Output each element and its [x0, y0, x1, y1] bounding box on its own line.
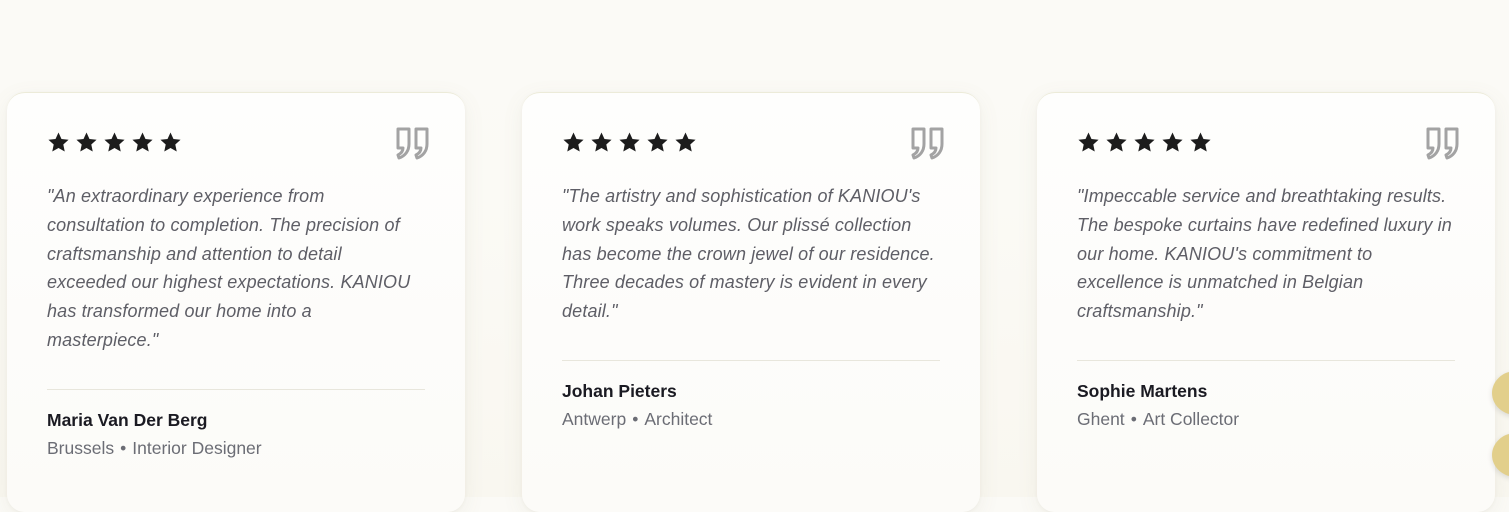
star-icon — [48, 132, 69, 152]
star-icon — [563, 132, 584, 152]
star-icon — [76, 132, 97, 152]
author-name: Johan Pieters — [562, 380, 677, 401]
author-city: Antwerp — [562, 408, 627, 429]
star-icon — [619, 132, 640, 152]
testimonial-quote: "The artistry and sophistication of KANI… — [562, 186, 935, 322]
divider — [1077, 359, 1455, 361]
star-icon — [591, 132, 612, 152]
author-city: Ghent — [1077, 408, 1125, 429]
testimonial-card: "An extraordinary experience from consul… — [7, 92, 465, 512]
author-name: Maria Van Der Berg — [47, 409, 208, 430]
testimonial-quote: "An extraordinary experience from consul… — [47, 186, 411, 350]
star-icon — [1106, 132, 1127, 152]
author-city: Brussels — [47, 437, 115, 458]
divider — [562, 359, 940, 361]
star-icon — [132, 132, 153, 152]
meta-separator: • — [632, 408, 639, 429]
meta-separator: • — [1130, 408, 1137, 429]
star-icon — [1078, 132, 1099, 152]
star-icon — [675, 132, 696, 152]
star-icon — [104, 132, 125, 152]
star-rating — [562, 131, 940, 157]
star-icon — [1134, 132, 1155, 152]
meta-separator: • — [120, 437, 127, 458]
author-meta: Brussels • Interior Designer — [47, 438, 425, 458]
author-meta: Ghent • Art Collector — [1077, 409, 1455, 429]
author-name: Sophie Martens — [1077, 380, 1208, 401]
testimonial-card: "The artistry and sophistication of KANI… — [522, 92, 980, 512]
author-meta: Antwerp • Architect — [562, 409, 940, 429]
star-icon — [160, 132, 181, 152]
author-role: Architect — [644, 408, 713, 429]
divider — [47, 388, 425, 390]
star-icon — [1162, 132, 1183, 152]
star-icon — [647, 132, 668, 152]
star-icon — [1190, 132, 1211, 152]
testimonial-quote: "Impeccable service and breathtaking res… — [1077, 186, 1452, 322]
testimonial-card: "Impeccable service and breathtaking res… — [1037, 92, 1495, 512]
star-rating — [47, 131, 425, 157]
star-rating — [1077, 131, 1455, 157]
author-role: Interior Designer — [132, 437, 262, 458]
author-role: Art Collector — [1142, 408, 1240, 429]
testimonials-section: "An extraordinary experience from consul… — [0, 0, 1509, 512]
